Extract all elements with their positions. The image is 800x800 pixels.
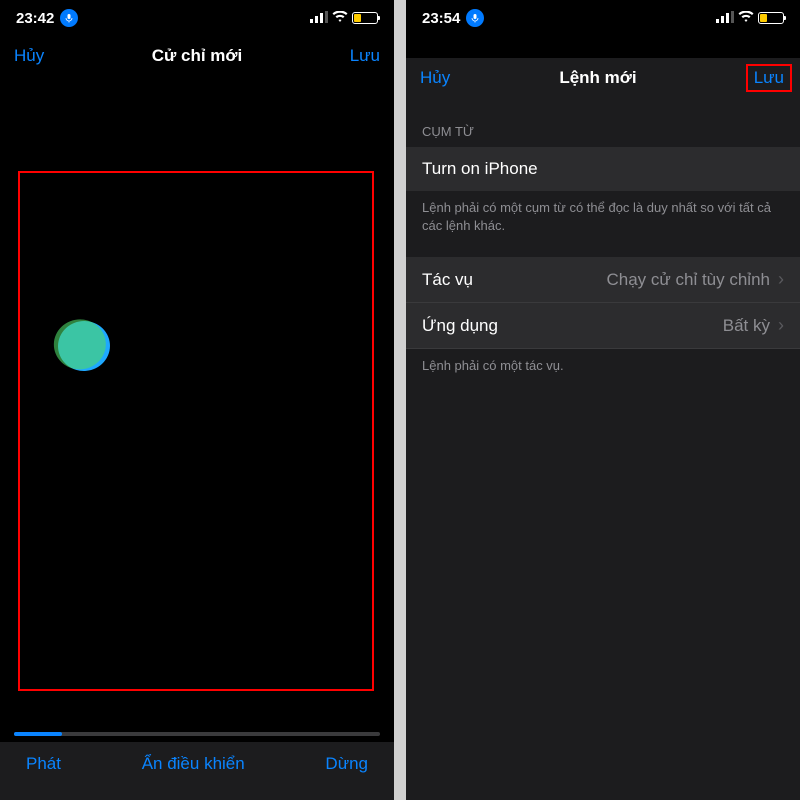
status-bar: 23:42: [0, 0, 394, 36]
progress-fill: [14, 732, 62, 736]
cancel-button[interactable]: Hủy: [14, 46, 44, 66]
wifi-icon: [332, 10, 348, 27]
page-title: Lệnh mới: [559, 68, 636, 88]
bottom-toolbar: Phát Ẩn điều khiển Dừng: [0, 742, 394, 800]
page-title: Cử chỉ mới: [152, 46, 243, 66]
stop-button[interactable]: Dừng: [325, 754, 368, 774]
chevron-right-icon: ›: [778, 269, 784, 290]
row-task-value: Chạy cử chỉ tùy chỉnh: [606, 270, 770, 290]
section-footer-task: Lệnh phải có một tác vụ.: [406, 349, 800, 397]
battery-icon: [758, 12, 784, 24]
mic-icon: [60, 9, 78, 27]
row-app-value: Bất kỳ: [723, 316, 770, 336]
status-bar: 23:54: [406, 0, 800, 36]
signal-icon: [310, 10, 328, 27]
row-app-label: Ứng dụng: [422, 316, 498, 336]
chevron-right-icon: ›: [778, 315, 784, 336]
phrase-input[interactable]: Turn on iPhone: [406, 147, 800, 191]
row-app[interactable]: Ứng dụng Bất kỳ ›: [406, 303, 800, 349]
nav-bar: Hủy Cử chỉ mới Lưu: [0, 36, 394, 76]
highlight-box: [18, 171, 374, 691]
nav-bar: Hủy Lệnh mới Lưu: [406, 58, 800, 98]
phone-right-command: 23:54 Hủy Lệnh mới Lưu CỤM TỪ Turn on iP…: [406, 0, 800, 800]
row-task-label: Tác vụ: [422, 270, 473, 290]
signal-icon: [716, 10, 734, 27]
save-button[interactable]: Lưu: [746, 64, 792, 92]
mic-icon: [466, 9, 484, 27]
modal-sheet: Hủy Lệnh mới Lưu CỤM TỪ Turn on iPhone L…: [406, 58, 800, 800]
phone-left-gesture: 23:42 Hủy Cử chỉ mới Lưu Phát Ẩn điều kh…: [0, 0, 394, 800]
status-time: 23:42: [16, 10, 54, 27]
status-time: 23:54: [422, 10, 460, 27]
section-header-phrase: CỤM TỪ: [406, 98, 800, 147]
hide-controls-button[interactable]: Ẩn điều khiển: [142, 754, 245, 774]
save-button[interactable]: Lưu: [350, 46, 380, 66]
progress-slider[interactable]: [14, 732, 380, 736]
cancel-button[interactable]: Hủy: [420, 68, 450, 88]
wifi-icon: [738, 10, 754, 27]
section-footer-phrase: Lệnh phải có một cụm từ có thể đọc là du…: [406, 191, 800, 257]
gesture-canvas[interactable]: [0, 171, 394, 718]
play-button[interactable]: Phát: [26, 754, 61, 774]
battery-icon: [352, 12, 378, 24]
row-task[interactable]: Tác vụ Chạy cử chỉ tùy chỉnh ›: [406, 257, 800, 303]
